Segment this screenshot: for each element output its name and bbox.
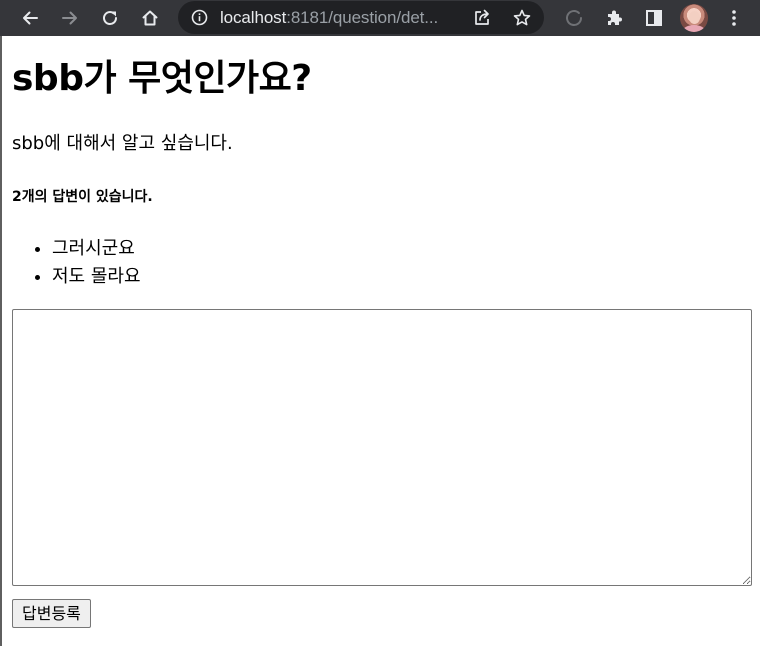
avatar-shoulders bbox=[683, 25, 705, 32]
loading-icon bbox=[560, 4, 588, 32]
browser-toolbar: localhost:8181/question/det... bbox=[0, 0, 760, 36]
answer-item: 그러시군요 bbox=[52, 235, 141, 263]
answer-list: 그러시군요 저도 몰라요 bbox=[12, 235, 141, 291]
avatar-face bbox=[689, 11, 700, 24]
extensions-icon[interactable] bbox=[600, 4, 628, 32]
star-icon[interactable] bbox=[512, 8, 532, 33]
question-content: sbb에 대해서 알고 싶습니다. bbox=[12, 133, 233, 154]
question-subject: sbb가 무엇인가요? bbox=[12, 58, 312, 99]
answer-item: 저도 몰라요 bbox=[52, 263, 141, 291]
forward-icon[interactable] bbox=[56, 4, 84, 32]
side-panel-icon[interactable] bbox=[640, 4, 668, 32]
share-icon[interactable] bbox=[472, 8, 492, 33]
url-host: localhost bbox=[220, 8, 287, 27]
site-info-icon[interactable] bbox=[191, 9, 208, 26]
url-path: :8181/question/det... bbox=[286, 8, 439, 27]
answer-count: 2개의 답변이 있습니다. bbox=[12, 189, 153, 205]
reload-icon[interactable] bbox=[96, 4, 124, 32]
menu-icon[interactable] bbox=[720, 4, 748, 32]
url-text: localhost:8181/question/det... bbox=[220, 8, 438, 28]
submit-answer-button[interactable]: 답변등록 bbox=[12, 599, 91, 628]
home-icon[interactable] bbox=[136, 4, 164, 32]
answer-content-textarea[interactable] bbox=[12, 309, 752, 586]
avatar[interactable] bbox=[680, 4, 708, 32]
page-viewport: sbb가 무엇인가요? sbb에 대해서 알고 싶습니다. 2개의 답변이 있습… bbox=[0, 36, 760, 646]
back-icon[interactable] bbox=[16, 4, 44, 32]
address-bar[interactable]: localhost:8181/question/det... bbox=[178, 1, 544, 34]
